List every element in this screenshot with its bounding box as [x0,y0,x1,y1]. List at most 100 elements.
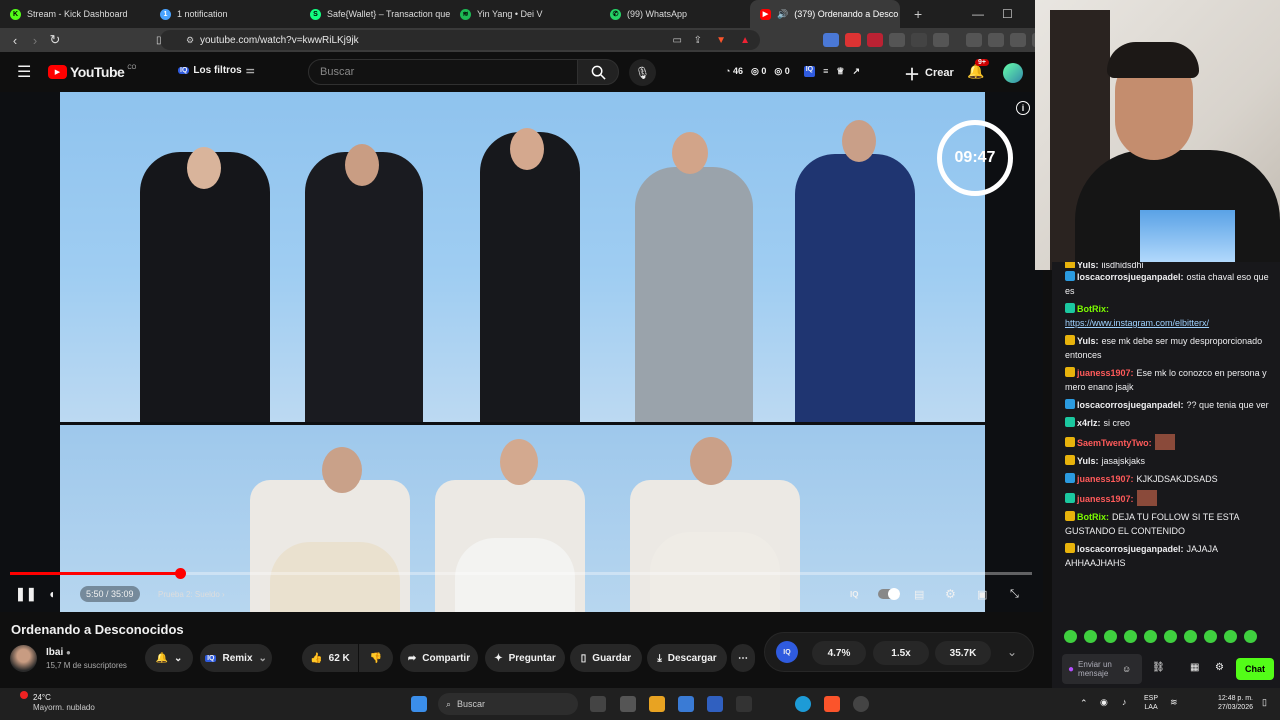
emote-icon[interactable] [1144,630,1157,643]
obs-icon[interactable] [853,696,869,712]
voice-search-button[interactable]: 🎙 [629,59,656,86]
avatar[interactable] [1003,63,1023,83]
brave-shields-icon[interactable]: ▼ [716,35,726,46]
chat-username[interactable]: Yuls: [1077,456,1099,466]
chapter-label[interactable]: Prueba 2: Sueldo › [158,590,225,599]
file-explorer-icon[interactable] [590,696,606,712]
brave-icon[interactable] [824,696,840,712]
wifi-icon[interactable]: ≋ [1170,697,1178,708]
forward-icon[interactable]: › [25,33,45,48]
tab-whatsapp[interactable]: ✆ (99) WhatsApp [600,0,750,28]
reload-icon[interactable]: ↻ [45,32,65,48]
windows-start-icon[interactable] [411,696,427,712]
terminal-icon[interactable] [736,696,752,712]
extension-icon[interactable] [845,33,861,47]
network-icon[interactable]: ◉ [1100,697,1108,708]
minimize-icon[interactable]: — [972,7,984,21]
channel-avatar[interactable] [10,645,37,672]
create-button[interactable]: ＋ Crear [896,59,966,86]
like-button[interactable]: 👍 62 K [302,644,358,672]
chat-username[interactable]: BotRix: [1077,304,1109,314]
iq-logo-icon[interactable]: IQ [776,641,798,663]
share-page-icon[interactable]: ⇪ [694,35,702,46]
volume-tray-icon[interactable]: ♪ [1122,697,1127,707]
chat-username[interactable]: juaness1907: [1077,474,1134,484]
pause-icon[interactable]: ❚❚ [15,586,37,602]
wallet-icon[interactable] [1010,33,1026,47]
send-chat-button[interactable]: Chat [1236,658,1274,680]
trophy-icon[interactable]: ♕ [836,66,844,77]
chat-username[interactable]: x4rlz: [1077,418,1101,428]
tab-spotify[interactable]: ≋ Yin Yang • Dei V [450,0,600,28]
analytics-icon[interactable]: ↗ [852,66,860,77]
chat-username[interactable]: juaness1907: [1077,494,1134,504]
chat-link[interactable]: https://www.instagram.com/elbitterx/ [1065,318,1209,328]
chat-username[interactable]: loscacorrosjueganpadel: [1077,272,1184,282]
emote-icon[interactable] [1104,630,1117,643]
progress-scrubber[interactable] [174,568,186,579]
emote-icon[interactable] [1204,630,1217,643]
subscribe-bell-button[interactable]: 🔔 ⌄ [145,644,193,672]
emote-icon[interactable] [1184,630,1197,643]
autoplay-toggle[interactable] [878,588,900,600]
gift-icon[interactable]: ▦ [1190,662,1199,673]
fullscreen-icon[interactable]: ⤡ [1010,588,1019,601]
tray-chevron-icon[interactable]: ⌃ [1080,698,1088,709]
search-button[interactable] [577,59,619,85]
tab-youtube[interactable]: ▶🔊(379) Ordenando a Desco✕ [750,0,900,28]
more-button[interactable]: ⋯ [731,644,755,672]
emote-icon[interactable] [1124,630,1137,643]
edge-icon[interactable] [795,696,811,712]
extension-icon[interactable] [889,33,905,47]
chat-username[interactable]: Yuls: [1077,336,1099,346]
emoji-icon[interactable]: ☺ [1122,664,1131,674]
translate-extension-icon[interactable] [823,33,839,47]
emote-icon[interactable] [1164,630,1177,643]
language-indicator[interactable]: ESP LAA [1144,694,1158,712]
info-icon[interactable]: i [1016,101,1030,115]
extension-icon[interactable] [867,33,883,47]
app-icon[interactable] [620,696,636,712]
subtitles-icon[interactable]: ▤ [914,588,924,601]
maximize-icon[interactable]: ☐ [1002,7,1013,21]
emote-icon[interactable] [1084,630,1097,643]
emote-icon[interactable] [1224,630,1237,643]
tab-notification[interactable]: 11 notification [150,0,300,28]
miniplayer-icon[interactable]: ▣ [977,588,987,601]
clock[interactable]: 12:48 p. m. 27/03/2026 [1205,694,1253,712]
list-icon[interactable]: ≡ [823,66,828,77]
save-button[interactable]: ▯ Guardar [570,644,642,672]
dislike-button[interactable]: 👎 [359,644,393,672]
cast-icon[interactable]: ▭ [673,35,682,46]
chat-settings-icon[interactable]: ⚙ [1215,662,1224,673]
iq-player-icon[interactable]: IQ [850,590,858,599]
taskbar-search[interactable]: ⌕ Buscar [438,693,578,715]
chevron-down-icon[interactable]: ⌄ [1007,645,1017,659]
menu-icon[interactable]: ☰ [17,62,31,82]
points-icon[interactable]: ⛓ [1152,662,1165,673]
notification-center-icon[interactable]: ▯ [1262,697,1267,708]
site-info-icon[interactable]: ⚙ [186,35,194,46]
share-button[interactable]: ➦ Compartir [400,644,478,672]
volume-icon[interactable]: ◖ [48,587,55,601]
brave-rewards-icon[interactable]: ▲ [740,35,750,46]
emote-icon[interactable] [1064,630,1077,643]
app-icon[interactable] [707,696,723,712]
media-icon[interactable] [966,33,982,47]
remix-button[interactable]: IQ Remix ⌄ [200,644,272,672]
video-player[interactable]: 09:47 i ❚❚ ◖ 5:50 / 35:09 Prueba 2: Suel… [0,92,1043,612]
url-field[interactable]: ▯ ⚙ youtube.com/watch?v=kwwRiLKj9jk ▭ ⇪ … [156,30,760,50]
tab-kick[interactable]: K Stream - Kick Dashboard [0,0,150,28]
sidebar-icon[interactable] [988,33,1004,47]
chat-username[interactable]: SaemTwentyTwo: [1077,438,1152,448]
chat-input[interactable]: ● Enviar un mensaje ☺ [1062,654,1142,684]
settings-icon[interactable]: ⚙ [945,587,956,601]
app-icon[interactable] [649,696,665,712]
iq-extension-icon[interactable]: IQ [803,66,816,77]
puzzle-icon[interactable] [911,33,927,47]
chat-username[interactable]: loscacorrosjueganpadel: [1077,544,1184,554]
weather-widget[interactable]: 24°C Mayorm. nublado [20,691,95,713]
new-tab-button[interactable]: + [914,6,922,22]
emote-icon[interactable] [1244,630,1257,643]
notifications-button[interactable]: 🔔 9+ [967,59,989,80]
